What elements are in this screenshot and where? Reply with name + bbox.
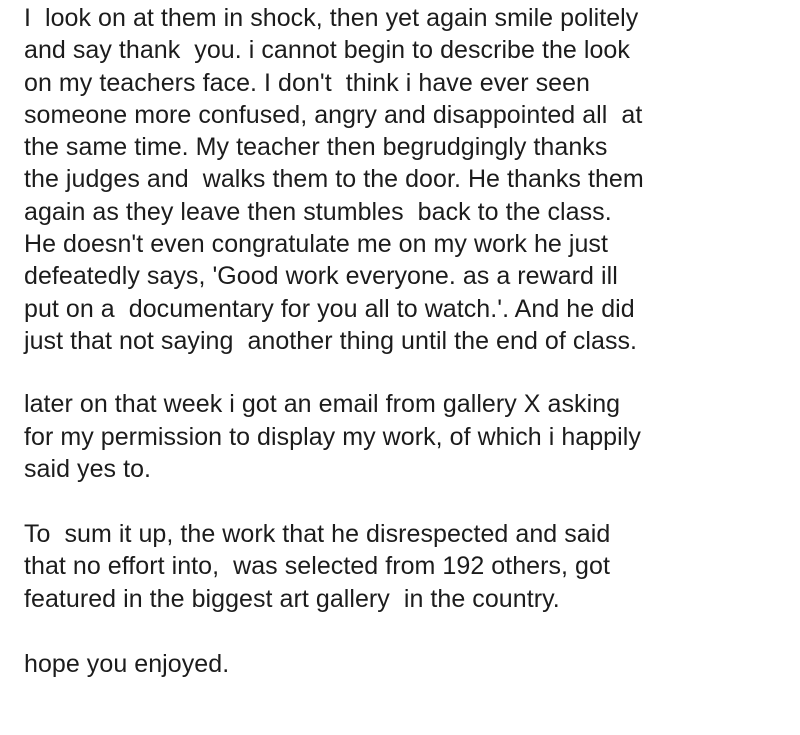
- text-line: the judges and walks them to the door. H…: [24, 165, 644, 194]
- text-line: just that not saying another thing until…: [24, 326, 638, 355]
- text-line: again as they leave then stumbles back t…: [24, 197, 612, 226]
- paragraph-summary: To sum it up, the work that he disrespec…: [24, 518, 800, 615]
- text-line: I look on at them in shock, then yet aga…: [24, 4, 639, 32]
- text-line: that no effort into, was selected from 1…: [24, 552, 610, 581]
- text-line: said yes to.: [24, 454, 152, 483]
- post-body: I look on at them in shock, then yet aga…: [24, 2, 800, 680]
- text-line: To sum it up, the work that he disrespec…: [24, 520, 611, 549]
- text-line: featured in the biggest art gallery in t…: [24, 584, 560, 613]
- text-line: defeatedly says, 'Good work everyone. as…: [24, 262, 618, 291]
- paragraph-gallery-email: later on that week i got an email from g…: [24, 388, 800, 485]
- text-line: for my permission to display my work, of…: [24, 422, 641, 451]
- text-line: the same time. My teacher then begrudgin…: [24, 133, 608, 162]
- text-line: and say thank you. i cannot begin to des…: [24, 36, 630, 65]
- text-line: someone more confused, angry and disappo…: [24, 100, 643, 129]
- paragraph-closing: hope you enjoyed.: [24, 648, 800, 680]
- text-line: put on a documentary for you all to watc…: [24, 294, 635, 323]
- text-line: hope you enjoyed.: [24, 650, 230, 679]
- text-line: on my teachers face. I don't think i hav…: [24, 68, 591, 97]
- text-line: later on that week i got an email from g…: [24, 390, 621, 419]
- text-line: He doesn't even congratulate me on my wo…: [24, 230, 608, 259]
- paragraph-story-ending: I look on at them in shock, then yet aga…: [24, 2, 800, 357]
